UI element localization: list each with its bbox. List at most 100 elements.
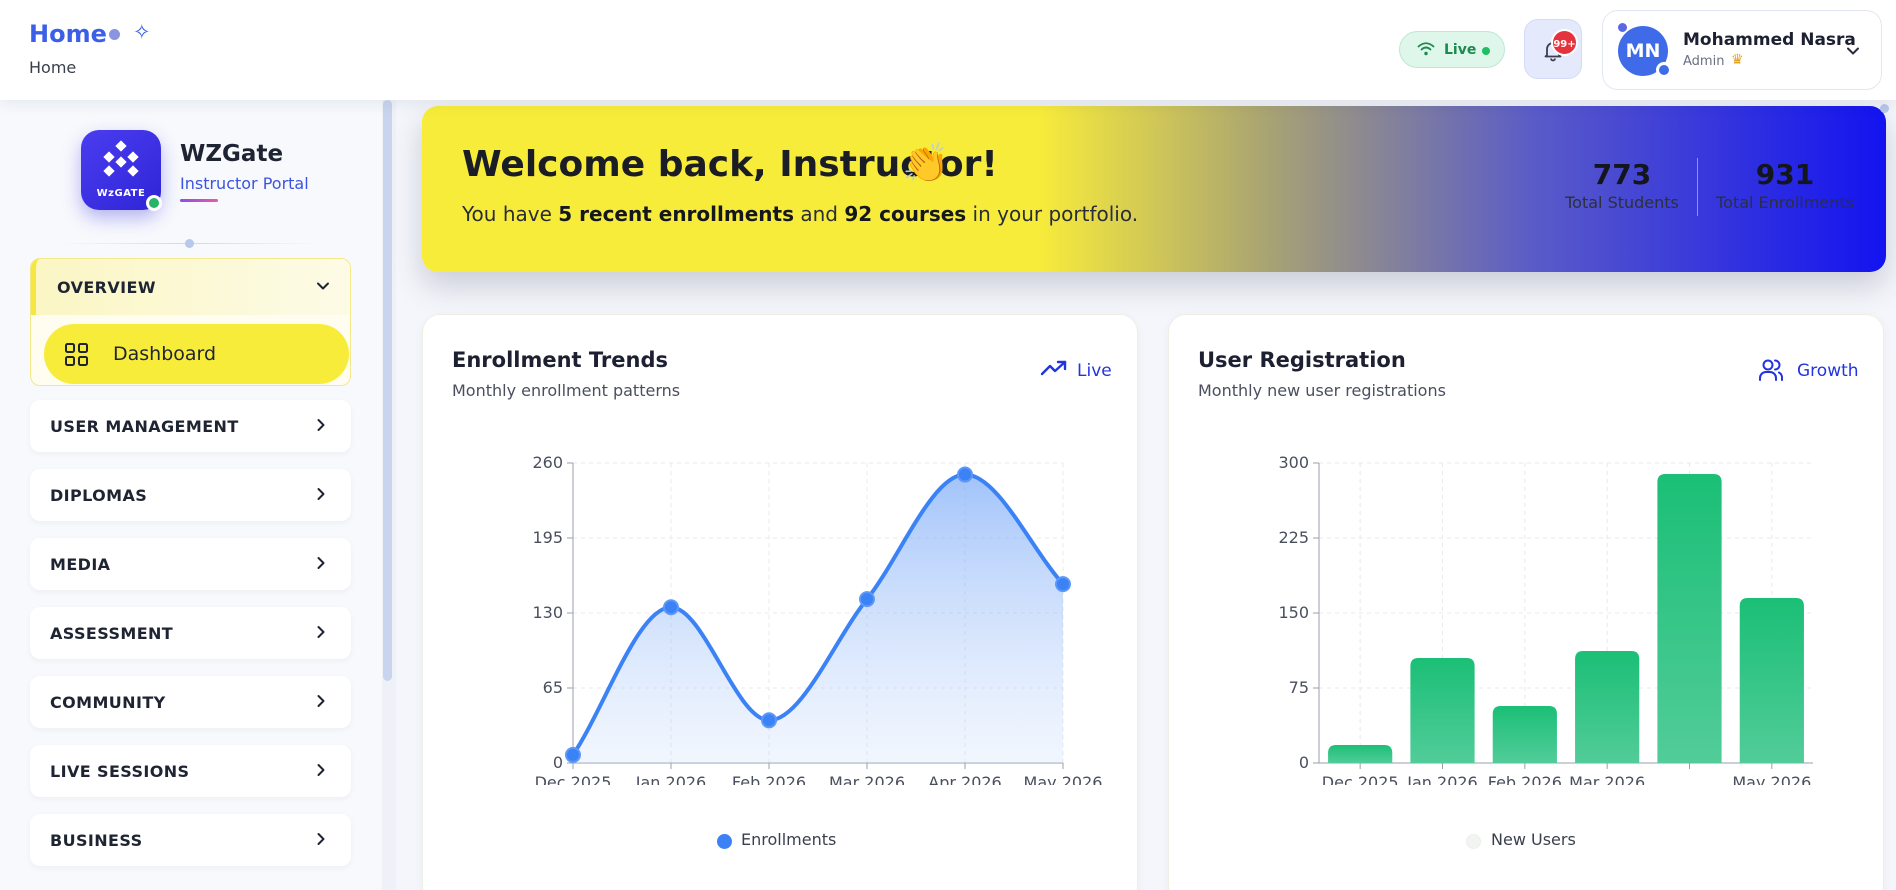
crown-icon: ♛ — [1731, 52, 1744, 68]
y-tick-label: 195 — [532, 528, 563, 547]
y-tick-label: 0 — [1299, 753, 1309, 772]
subtitle-text: in your portfolio. — [966, 202, 1139, 226]
section-label: MEDIA — [50, 555, 111, 574]
enrollment-area-chart: 0 65 130 195 260 Dec 2025 Jan 2026 Feb 2026 Mar … — [532, 453, 1103, 785]
sidebar-item-label: Dashboard — [113, 343, 217, 365]
stat-value: 931 — [1755, 158, 1815, 191]
legend-label[interactable]: Enrollments — [741, 830, 836, 849]
brand-subtitle: Instructor Portal — [180, 174, 309, 193]
sidebar-section-business[interactable]: BUSINESS — [30, 814, 351, 866]
x-tick-label: Mar 2026 — [829, 773, 905, 785]
notification-count-badge: 99+ — [1551, 29, 1578, 56]
sidebar-section-live-sessions[interactable]: LIVE SESSIONS — [30, 745, 351, 797]
chevron-down-icon — [1847, 47, 1859, 55]
welcome-banner: Welcome back, Instructor! 👏 You have 5 r… — [422, 106, 1886, 272]
new-users-bar — [1657, 474, 1722, 763]
section-label: LIVE SESSIONS — [50, 762, 190, 781]
x-tick-label: Mar 2026 — [1569, 773, 1645, 785]
legend-label[interactable]: New Users — [1491, 830, 1576, 849]
user-menu[interactable]: MN Mohammed Nasra Admin ♛ — [1602, 10, 1882, 90]
stat-value: 773 — [1592, 158, 1652, 191]
sidebar-section-user-management[interactable]: USER MANAGEMENT — [30, 400, 351, 452]
x-tick-label: Jan 2026 — [635, 773, 706, 785]
chevron-right-icon — [317, 557, 325, 569]
presence-dot-icon — [1618, 23, 1627, 32]
welcome-subtitle: You have 5 recent enrollments and 92 cou… — [462, 202, 1138, 226]
section-label: ASSESSMENT — [50, 624, 174, 643]
user-registration-card: User Registration Monthly new user regis… — [1168, 314, 1884, 890]
x-tick-label: May 2026 — [1024, 773, 1103, 785]
y-tick-label: 150 — [1278, 603, 1309, 622]
enrollments-point — [565, 746, 581, 763]
enrollments-point — [663, 599, 679, 616]
sidebar-section-diplomas[interactable]: DIPLOMAS — [30, 469, 351, 521]
y-tick-label: 0 — [553, 753, 563, 772]
chevron-right-icon — [317, 488, 325, 500]
sidebar-section-assessment[interactable]: ASSESSMENT — [30, 607, 351, 659]
stat-label: Total Students — [1565, 193, 1679, 212]
user-role: Admin — [1683, 54, 1725, 69]
notifications-button[interactable]: 99+ — [1524, 19, 1582, 79]
legend-swatch — [717, 834, 732, 849]
grid-icon — [65, 343, 88, 366]
y-tick-label: 260 — [532, 453, 563, 472]
sidebar-section-media[interactable]: MEDIA — [30, 538, 351, 590]
live-label: Live — [1444, 42, 1477, 58]
courses-count: 92 courses — [844, 202, 967, 226]
enrollment-trends-card: Enrollment Trends Monthly enrollment pat… — [422, 314, 1138, 890]
y-tick-label: 65 — [543, 678, 563, 697]
y-tick-label: 225 — [1278, 528, 1309, 547]
x-tick-label: May 2026 — [1732, 773, 1811, 785]
chevron-right-icon — [317, 419, 325, 431]
stat-divider — [1697, 158, 1698, 216]
x-tick-label: Dec 2025 — [1322, 773, 1399, 785]
subtitle-text: You have — [462, 202, 559, 226]
clapping-hands-icon: 👏 — [902, 141, 950, 185]
section-label: DIPLOMAS — [50, 486, 148, 505]
section-label: OVERVIEW — [57, 278, 156, 297]
avatar-status-icon — [1656, 62, 1672, 78]
top-header: Home ✧ Home Live 99+ MN Mohammed Nasra A… — [0, 0, 1896, 100]
sidebar-section-community[interactable]: COMMUNITY — [30, 676, 351, 728]
legend-swatch — [1466, 834, 1481, 849]
sparkle-icon: ✧ — [133, 20, 151, 44]
enrollments-point — [859, 591, 875, 608]
section-label: COMMUNITY — [50, 693, 166, 712]
section-label: BUSINESS — [50, 831, 143, 850]
x-tick-label: Apr 2026 — [928, 773, 1001, 785]
recent-enrollments-count: 5 recent enrollments — [558, 202, 794, 226]
stat-total-students: 773 Total Students — [1560, 158, 1684, 212]
new-users-bar — [1739, 598, 1804, 763]
sidebar-item-dashboard[interactable]: Dashboard — [44, 324, 349, 384]
chevron-right-icon — [317, 764, 325, 776]
wifi-icon — [1417, 42, 1435, 56]
brand-logo-icon — [103, 140, 139, 177]
y-tick-label: 75 — [1289, 678, 1309, 697]
breadcrumb[interactable]: Home — [29, 58, 76, 77]
live-dot-icon — [1482, 47, 1490, 55]
enrollments-point — [1055, 576, 1071, 593]
enrollments-area-fill — [573, 474, 1063, 763]
subtitle-text: and — [793, 202, 845, 226]
corner-dot — [1880, 104, 1889, 113]
user-name: Mohammed Nasra — [1683, 30, 1856, 50]
sidebar-scrollbar-thumb[interactable] — [383, 100, 392, 681]
chevron-right-icon — [317, 626, 325, 638]
brand-underline — [180, 199, 218, 202]
sidebar-section-overview-toggle[interactable]: OVERVIEW — [31, 259, 349, 315]
stat-label: Total Enrollments — [1716, 193, 1854, 212]
section-label: USER MANAGEMENT — [50, 417, 239, 436]
sidebar-divider-dot — [185, 239, 194, 248]
new-users-bar — [1575, 651, 1640, 763]
live-status-pill: Live — [1399, 31, 1505, 68]
brand-name: WZGate — [180, 141, 284, 167]
new-users-bar — [1328, 745, 1393, 763]
online-status-icon — [146, 195, 162, 211]
x-tick-label: Dec 2025 — [535, 773, 612, 785]
x-tick-label: Feb 2026 — [1488, 773, 1562, 785]
stat-total-enrollments: 931 Total Enrollments — [1714, 158, 1856, 212]
chevron-right-icon — [317, 833, 325, 845]
enrollments-point — [957, 466, 973, 483]
y-tick-label: 130 — [532, 603, 563, 622]
sidebar-section-overview: OVERVIEW Dashboard — [30, 258, 351, 386]
